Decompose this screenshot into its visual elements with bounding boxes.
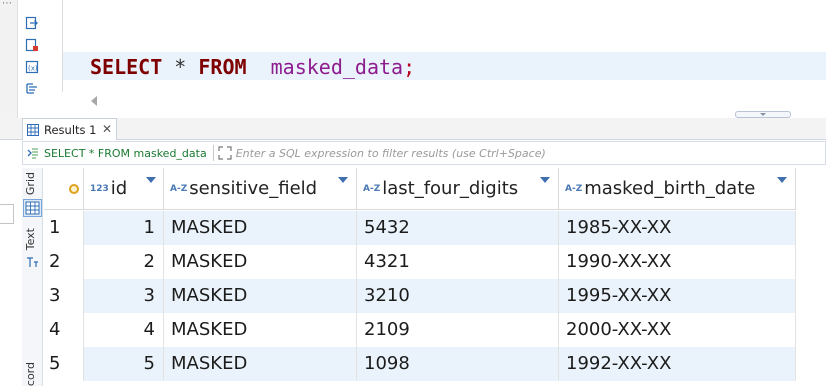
- row-number[interactable]: 4: [44, 313, 84, 347]
- cell-masked-birth-date[interactable]: 1985-XX-XX: [559, 211, 796, 245]
- expand-filter-icon[interactable]: [218, 146, 232, 160]
- results-tabbar: Results 1 ✕: [0, 118, 826, 140]
- grid-table-icon: [27, 123, 39, 136]
- sql-gap: [247, 55, 271, 79]
- column-header-sensitive-field[interactable]: A-Z sensitive_field: [164, 168, 357, 210]
- cell-masked-birth-date[interactable]: 1992-XX-XX: [559, 347, 796, 381]
- column-label: last_four_digits: [382, 178, 519, 199]
- execute-script-icon[interactable]: [25, 38, 39, 52]
- cell-last-four-digits[interactable]: 2109: [357, 313, 559, 347]
- select-all-icon[interactable]: [69, 184, 79, 194]
- panel-sash-handle[interactable]: [735, 111, 791, 118]
- cell-id[interactable]: 5: [84, 347, 164, 381]
- column-header-masked-birth-date[interactable]: A-Z masked_birth_date: [559, 168, 796, 210]
- sql-table-name: masked_data: [270, 55, 404, 79]
- sort-arrow-icon[interactable]: [540, 177, 550, 183]
- tab-label: Results 1: [44, 122, 97, 137]
- row-number[interactable]: 1: [44, 211, 84, 245]
- explain-plan-icon[interactable]: (x): [25, 60, 39, 74]
- cell-last-four-digits[interactable]: 4321: [357, 245, 559, 279]
- more-icon[interactable]: ⋯: [2, 0, 13, 9]
- cell-id[interactable]: 1: [84, 211, 164, 245]
- numeric-type-icon: 123: [90, 183, 109, 194]
- sql-editor[interactable]: ⋯ (x) SELECT * FROM masked_data;: [0, 0, 826, 118]
- cell-id[interactable]: 2: [84, 245, 164, 279]
- sql-statement[interactable]: SELECT * FROM masked_data;: [90, 55, 415, 79]
- text-view-icon[interactable]: [26, 256, 39, 269]
- column-header-id[interactable]: 123 id: [84, 168, 164, 210]
- cell-last-four-digits[interactable]: 3210: [357, 279, 559, 313]
- tab-results-1[interactable]: Results 1 ✕: [22, 118, 117, 140]
- svg-text:(x): (x): [28, 65, 38, 73]
- filter-bar: SELECT * FROM masked_data: [22, 141, 826, 165]
- cell-masked-birth-date[interactable]: 1990-XX-XX: [559, 245, 796, 279]
- row-number[interactable]: 5: [44, 347, 84, 381]
- row-number-header[interactable]: [44, 168, 84, 210]
- app-root: ⋯ (x) SELECT * FROM masked_data; Results…: [0, 0, 826, 386]
- editor-toolbar: (x): [18, 0, 46, 118]
- cell-masked-birth-date[interactable]: 1995-XX-XX: [559, 279, 796, 313]
- cell-sensitive-field[interactable]: MASKED: [164, 211, 357, 245]
- tab-text[interactable]: Text: [24, 228, 37, 250]
- cell-last-four-digits[interactable]: 5432: [357, 211, 559, 245]
- column-label: sensitive_field: [189, 178, 318, 199]
- cell-id[interactable]: 4: [84, 313, 164, 347]
- cell-sensitive-field[interactable]: MASKED: [164, 313, 357, 347]
- column-label: id: [110, 178, 128, 199]
- text-type-icon: A-Z: [170, 183, 188, 194]
- sql-star: *: [162, 55, 199, 79]
- close-icon[interactable]: ✕: [102, 122, 112, 136]
- column-label: masked_birth_date: [584, 178, 756, 199]
- column-header-last-four-digits[interactable]: A-Z last_four_digits: [357, 168, 559, 210]
- grid-view-button[interactable]: [23, 199, 42, 217]
- text-type-icon: A-Z: [565, 183, 583, 194]
- outline-icon[interactable]: [25, 82, 39, 96]
- scroll-left-icon[interactable]: [91, 96, 97, 106]
- tab-record[interactable]: ecord: [24, 362, 37, 386]
- cell-last-four-digits[interactable]: 1098: [357, 347, 559, 381]
- result-view-switcher: Grid Text ecord: [22, 168, 43, 386]
- execute-query-icon[interactable]: [25, 16, 39, 30]
- text-type-icon: A-Z: [363, 183, 381, 194]
- sort-arrow-icon[interactable]: [146, 177, 156, 183]
- cell-masked-birth-date[interactable]: 2000-XX-XX: [559, 313, 796, 347]
- filter-separator: [212, 145, 214, 161]
- filter-input[interactable]: [235, 146, 796, 160]
- side-panel-strip[interactable]: ⋯: [0, 0, 18, 118]
- sql-query-icon: [27, 148, 38, 159]
- editor-horizontal-scrollbar[interactable]: [63, 93, 826, 109]
- sql-semicolon: ;: [403, 55, 416, 79]
- cell-sensitive-field[interactable]: MASKED: [164, 245, 357, 279]
- tab-grid[interactable]: Grid: [24, 172, 37, 195]
- sort-arrow-icon[interactable]: [777, 177, 787, 183]
- sql-keyword-from: FROM: [198, 55, 247, 79]
- row-number[interactable]: 2: [44, 245, 84, 279]
- query-source-label[interactable]: SELECT * FROM masked_data: [23, 146, 207, 160]
- query-source-text: SELECT * FROM masked_data: [44, 146, 207, 160]
- sort-arrow-icon[interactable]: [338, 177, 348, 183]
- sql-keyword-select: SELECT: [90, 55, 163, 79]
- grid-icon: [25, 201, 40, 215]
- panel-toggle-button[interactable]: [0, 204, 14, 224]
- row-number[interactable]: 3: [44, 279, 84, 313]
- cell-sensitive-field[interactable]: MASKED: [164, 347, 357, 381]
- cell-id[interactable]: 3: [84, 279, 164, 313]
- cell-sensitive-field[interactable]: MASKED: [164, 279, 357, 313]
